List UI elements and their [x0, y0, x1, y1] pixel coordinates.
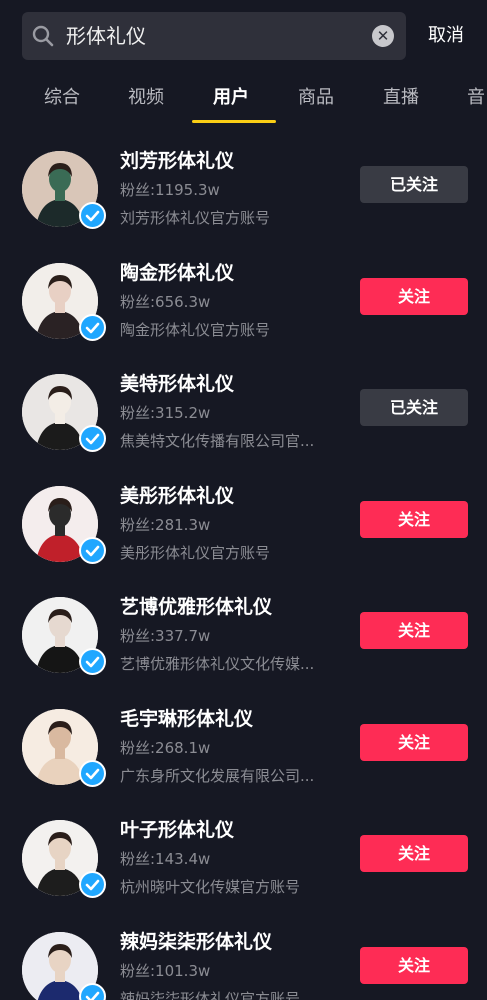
user-description: 刘芳形体礼仪官方账号 [120, 209, 271, 227]
user-row[interactable]: 刘芳形体礼仪粉丝:1195.3w 刘芳形体礼仪官方账号 已关注 [0, 138, 487, 249]
user-row[interactable]: 辣妈柒柒形体礼仪粉丝:101.3w 辣妈柒柒形体礼仪官方账号 关注 [0, 919, 487, 1000]
verified-icon [79, 648, 106, 675]
user-name[interactable]: 美特形体礼仪 [120, 370, 234, 398]
verified-icon [79, 759, 106, 787]
user-name[interactable]: 刘芳形体礼仪 [120, 147, 234, 175]
verified-icon [79, 536, 106, 564]
search-bar[interactable]: 形体礼仪 ✕ [22, 12, 406, 60]
tab-products[interactable]: 商品 [298, 84, 334, 112]
active-tab-indicator [192, 120, 276, 123]
user-name[interactable]: 美彤形体礼仪 [120, 482, 234, 510]
follow-button[interactable]: 关注 [360, 835, 468, 872]
user-description: 广东身所文化发展有限公司... [120, 766, 315, 785]
follow-button[interactable]: 关注 [360, 612, 468, 649]
follow-button[interactable]: 关注 [360, 723, 468, 761]
fan-count: 粉丝:1195.3w [120, 181, 220, 199]
follow-button[interactable]: 关注 [360, 500, 468, 538]
user-description: 美彤形体礼仪官方账号 [120, 543, 271, 562]
user-name[interactable]: 叶子形体礼仪 [120, 816, 234, 844]
tab-users[interactable]: 用户 [213, 84, 249, 112]
user-name[interactable]: 毛宇琳形体礼仪 [120, 705, 253, 733]
clear-icon[interactable]: ✕ [372, 25, 394, 47]
user-row[interactable]: 陶金形体礼仪粉丝:656.3w 陶金形体礼仪官方账号 关注 [0, 250, 487, 361]
fan-count: 粉丝:143.4w [120, 850, 211, 868]
fan-count: 粉丝:337.7w [120, 627, 211, 645]
user-description: 艺博优雅形体礼仪文化传媒... [120, 655, 315, 673]
user-description: 陶金形体礼仪官方账号 [120, 320, 271, 339]
user-row[interactable]: 叶子形体礼仪粉丝:143.4w 杭州晓叶文化传媒官方账号 关注 [0, 807, 487, 918]
user-row[interactable]: 艺博优雅形体礼仪粉丝:337.7w 艺博优雅形体礼仪文化传媒... 关注 [0, 584, 487, 695]
user-row[interactable]: 美彤形体礼仪粉丝:281.3w 美彤形体礼仪官方账号 关注 [0, 473, 487, 584]
user-description: 焦美特文化传播有限公司官... [120, 432, 315, 450]
search-tabs: 综合 视频 用户 商品 直播 音 [0, 84, 487, 124]
fan-count: 粉丝:268.1w [120, 738, 211, 757]
tab-all[interactable]: 综合 [44, 84, 80, 112]
verified-icon [79, 871, 106, 898]
fan-count: 粉丝:281.3w [120, 515, 211, 534]
fan-count: 粉丝:315.2w [120, 404, 211, 422]
user-row[interactable]: 毛宇琳形体礼仪粉丝:268.1w 广东身所文化发展有限公司... 关注 [0, 696, 487, 807]
user-description: 辣妈柒柒形体礼仪官方账号 [120, 989, 301, 1000]
user-name[interactable]: 陶金形体礼仪 [120, 259, 234, 287]
user-row[interactable]: 美特形体礼仪粉丝:315.2w 焦美特文化传播有限公司官... 已关注 [0, 361, 487, 472]
follow-button[interactable]: 关注 [360, 946, 468, 984]
follow-button[interactable]: 关注 [360, 277, 468, 315]
verified-icon [79, 982, 106, 1000]
verified-icon [79, 425, 106, 452]
followed-button[interactable]: 已关注 [360, 389, 468, 426]
user-name[interactable]: 艺博优雅形体礼仪 [120, 593, 272, 621]
user-description: 杭州晓叶文化传媒官方账号 [120, 878, 301, 896]
user-name[interactable]: 辣妈柒柒形体礼仪 [120, 928, 272, 956]
cancel-button[interactable]: 取消 [428, 24, 464, 48]
tab-live[interactable]: 直播 [383, 84, 419, 112]
verified-icon [79, 202, 106, 229]
followed-button[interactable]: 已关注 [360, 166, 468, 203]
tab-music[interactable]: 音 [467, 84, 485, 112]
search-icon [32, 25, 54, 47]
verified-icon [79, 313, 106, 341]
fan-count: 粉丝:656.3w [120, 292, 211, 311]
tab-video[interactable]: 视频 [128, 84, 164, 112]
search-input[interactable]: 形体礼仪 [66, 23, 146, 49]
fan-count: 粉丝:101.3w [120, 961, 211, 980]
